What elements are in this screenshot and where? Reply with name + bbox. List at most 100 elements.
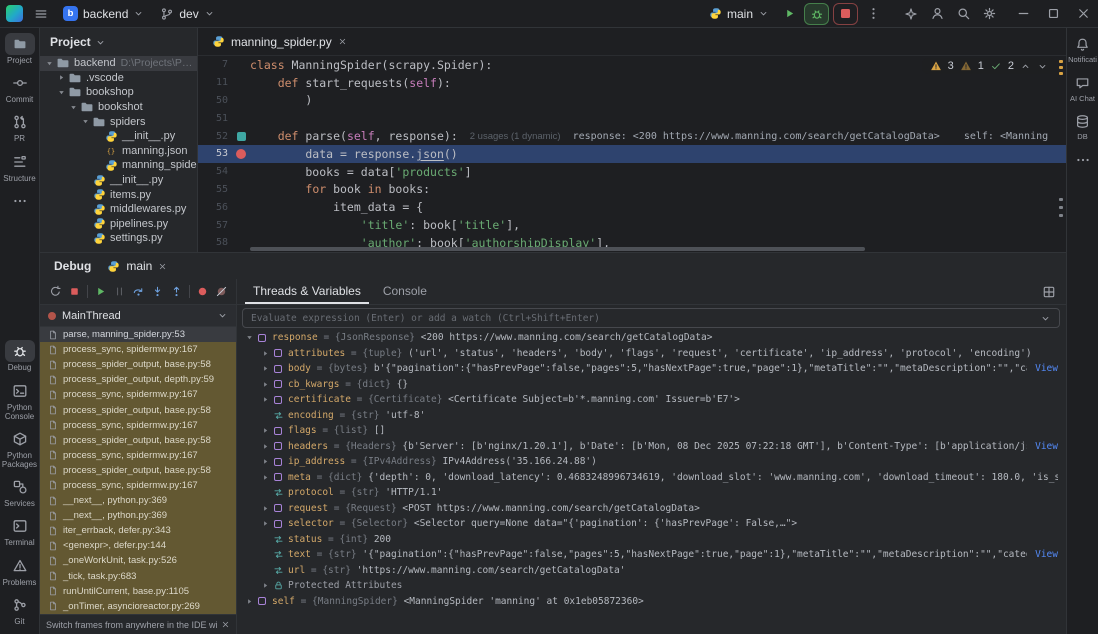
run-button[interactable] [776, 2, 802, 26]
stack-frame[interactable]: _onTimer, asyncioreactor.py:269 [40, 599, 236, 614]
project-tree-item[interactable]: settings.py [40, 231, 197, 246]
tool-window-button-commit[interactable]: Commit [0, 72, 39, 104]
debug-session-tab[interactable]: main [107, 259, 167, 273]
chevron-right-icon[interactable] [259, 442, 271, 451]
evaluate-expression-bar[interactable] [242, 308, 1060, 328]
view-breakpoints-button[interactable] [193, 281, 212, 303]
stack-frame[interactable]: process_sync, spidermw.py:167 [40, 342, 236, 357]
code-line[interactable]: 51 [198, 109, 1066, 127]
chevron-down-icon[interactable] [1040, 313, 1051, 324]
chevron-right-icon[interactable] [259, 519, 271, 528]
project-tree-item[interactable]: __init__.py [40, 173, 197, 188]
evaluate-expression-input[interactable] [251, 313, 1034, 324]
stack-frame[interactable]: <genexpr>, defer.py:144 [40, 538, 236, 553]
stack-frame[interactable]: runUntilCurrent, base.py:1105 [40, 584, 236, 599]
project-tree-item[interactable]: middlewares.py [40, 202, 197, 217]
close-button[interactable] [1068, 0, 1098, 27]
stop-button[interactable] [65, 281, 84, 303]
project-panel-header[interactable]: Project [40, 28, 197, 56]
profile-button[interactable] [924, 2, 950, 26]
close-icon[interactable] [158, 262, 167, 271]
chevron-down-icon[interactable] [80, 117, 91, 126]
close-icon[interactable] [338, 37, 347, 46]
layout-settings-button[interactable] [1039, 281, 1058, 303]
code-line[interactable]: 53 data = response.json() [198, 145, 1066, 163]
minimize-button[interactable] [1008, 0, 1038, 27]
stack-frame[interactable]: parse, manning_spider.py:53 [40, 327, 236, 342]
code-line[interactable]: 55 for book in books: [198, 181, 1066, 199]
mute-breakpoints-button[interactable] [212, 281, 231, 303]
project-tree-item[interactable]: __init__.py [40, 129, 197, 144]
code-line[interactable]: 56 item_data = { [198, 198, 1066, 216]
chevron-right-icon[interactable] [56, 73, 67, 82]
stack-frame[interactable]: process_spider_output, base.py:58 [40, 433, 236, 448]
variable-row[interactable]: self = {ManningSpider} <ManningSpider 'm… [237, 594, 1066, 610]
project-selector-button[interactable]: b backend [56, 3, 151, 24]
settings-button[interactable] [976, 2, 1002, 26]
editor-tab[interactable]: manning_spider.py [202, 28, 357, 56]
project-tree-item[interactable]: bookshot [40, 100, 197, 115]
code-line[interactable]: 57 'title': book['title'], [198, 216, 1066, 234]
more-actions-button[interactable] [860, 2, 886, 26]
tab-threads-variables[interactable]: Threads & Variables [245, 279, 369, 304]
stop-button[interactable] [833, 3, 858, 25]
stack-frame[interactable]: process_sync, spidermw.py:167 [40, 418, 236, 433]
close-icon[interactable] [221, 620, 230, 629]
horizontal-scrollbar[interactable] [250, 247, 865, 251]
variable-row[interactable]: headers = {Headers} {b'Server': [b'nginx… [237, 439, 1066, 455]
stack-frame[interactable]: process_sync, spidermw.py:167 [40, 478, 236, 493]
tool-window-button-git[interactable]: Git [0, 594, 39, 626]
run-config-selector[interactable]: main [702, 4, 776, 24]
stack-frame[interactable]: process_spider_output, base.py:58 [40, 463, 236, 478]
stack-frame[interactable]: __next__, python.py:369 [40, 493, 236, 508]
stack-frame[interactable]: process_spider_output, base.py:58 [40, 357, 236, 372]
project-tree-item[interactable]: items.py [40, 187, 197, 202]
rerun-button[interactable] [46, 281, 65, 303]
chevron-right-icon[interactable] [259, 457, 271, 466]
project-tree-item[interactable]: bookshop [40, 85, 197, 100]
view-link[interactable]: View [1035, 549, 1058, 560]
step-into-button[interactable] [148, 281, 167, 303]
code-line[interactable]: 11 def start_requests(self): [198, 74, 1066, 92]
variable-row[interactable]: status = {int} 200 [237, 532, 1066, 548]
variable-row[interactable]: certificate = {Certificate} <Certificate… [237, 392, 1066, 408]
chevron-right-icon[interactable] [259, 380, 271, 389]
stack-frame[interactable]: process_spider_output, depth.py:59 [40, 372, 236, 387]
tool-window-button-debug[interactable]: Debug [0, 340, 39, 372]
project-tree-item[interactable]: {}manning.json [40, 144, 197, 159]
chevron-right-icon[interactable] [259, 426, 271, 435]
variable-row[interactable]: attributes = {tuple} ('url', 'status', '… [237, 346, 1066, 362]
stack-frame[interactable]: _tick, task.py:683 [40, 569, 236, 584]
debug-button[interactable] [804, 3, 829, 25]
stack-frame[interactable]: process_sync, spidermw.py:167 [40, 387, 236, 402]
chevron-right-icon[interactable] [259, 581, 271, 590]
thread-selector[interactable]: MainThread [40, 305, 236, 327]
chevron-down-icon[interactable] [44, 59, 55, 68]
stack-frame[interactable]: __next__, python.py:369 [40, 508, 236, 523]
stack-frame[interactable]: _oneWorkUnit, task.py:526 [40, 553, 236, 568]
chevron-right-icon[interactable] [259, 473, 271, 482]
variable-row[interactable]: ip_address = {IPv4Address} IPv4Address('… [237, 454, 1066, 470]
variable-row[interactable]: response = {JsonResponse} <200 https://w… [237, 330, 1066, 346]
tool-window-button-ai-chat[interactable]: AI Chat [1067, 72, 1098, 104]
code-line[interactable]: 52 def parse(self, response):2 usages (1… [198, 127, 1066, 145]
tool-window-button-project[interactable]: Project [0, 33, 39, 65]
variable-row[interactable]: cb_kwargs = {dict} {} [237, 377, 1066, 393]
stack-frame[interactable]: iter_errback, defer.py:343 [40, 523, 236, 538]
tool-window-button-more-tools[interactable] [1067, 149, 1098, 171]
chevron-down-icon[interactable] [56, 88, 67, 97]
project-tree-item[interactable]: spiders [40, 114, 197, 129]
chevron-right-icon[interactable] [243, 597, 255, 606]
variable-row[interactable]: text = {str} '{"pagination":{"hasPrevPag… [237, 547, 1066, 563]
search-everywhere-button[interactable] [950, 2, 976, 26]
tool-window-button-notifications[interactable]: Notificati [1067, 33, 1098, 65]
variable-row[interactable]: encoding = {str} 'utf-8' [237, 408, 1066, 424]
project-tree-item[interactable]: manning_spider.py [40, 158, 197, 173]
code-editor[interactable]: 3 1 2 7class ManningSpider(scrapy.Spider… [198, 56, 1066, 252]
code-line[interactable]: 50 ) [198, 92, 1066, 110]
view-link[interactable]: View [1035, 441, 1058, 452]
chevron-right-icon[interactable] [259, 349, 271, 358]
chevron-up-icon[interactable] [1020, 61, 1031, 72]
maximize-button[interactable] [1038, 0, 1068, 27]
tool-window-button-database[interactable]: DB [1067, 110, 1098, 142]
